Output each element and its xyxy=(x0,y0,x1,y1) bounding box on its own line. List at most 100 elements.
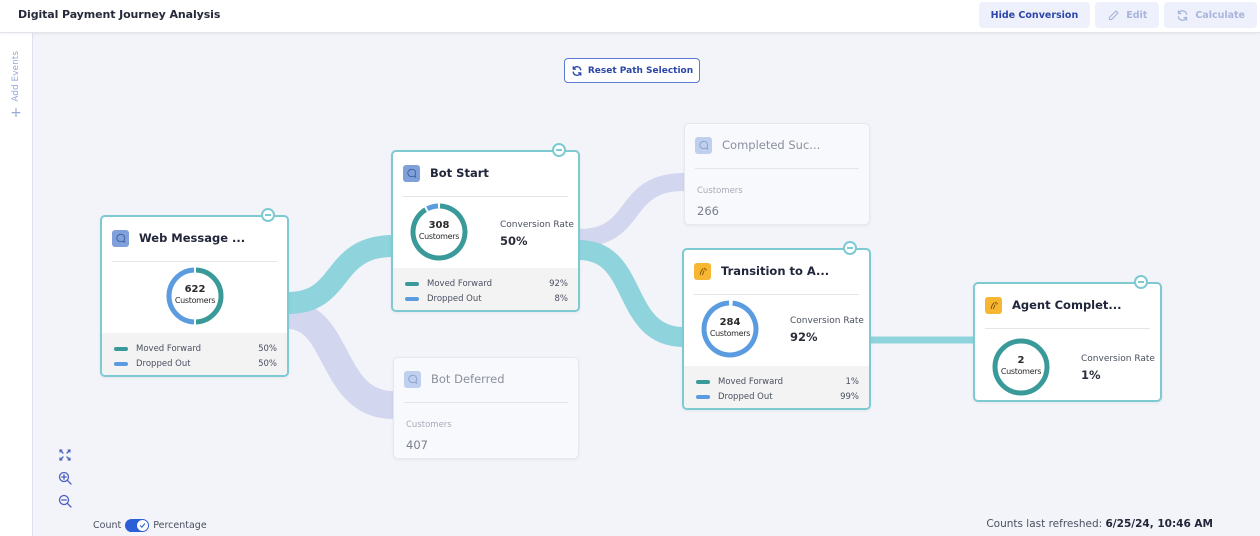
zoom-in-icon[interactable] xyxy=(58,471,72,485)
count-percentage-toggle-row: Count Percentage xyxy=(93,519,207,532)
legend-dropped-out: Dropped Out 8% xyxy=(405,291,568,306)
divider xyxy=(695,168,859,169)
legend-moved-forward: Moved Forward 92% xyxy=(405,276,568,291)
legend-moved-forward: Moved Forward 50% xyxy=(114,341,277,356)
legend-dropped-out: Dropped Out 99% xyxy=(696,389,859,404)
moved-forward-swatch xyxy=(405,281,419,286)
node-web-message[interactable]: Web Message ... 622 Customers Moved Forw… xyxy=(100,208,289,377)
count-percentage-toggle[interactable] xyxy=(125,519,150,532)
node-header: Completed Suc... xyxy=(695,135,859,155)
legend-value: 1% xyxy=(845,376,860,387)
calculate-label: Calculate xyxy=(1195,9,1245,21)
customer-count-label: Customers xyxy=(418,232,460,241)
agent-hand-icon xyxy=(694,262,711,280)
customers-donut: 284 Customers xyxy=(700,299,760,359)
legend-value: 50% xyxy=(258,358,277,369)
legend-label: Dropped Out xyxy=(136,358,191,369)
hide-conversion-label: Hide Conversion xyxy=(990,9,1079,21)
legend-label: Moved Forward xyxy=(136,343,202,354)
node-completed-successfully[interactable]: Completed Suc... Customers 266 xyxy=(684,123,870,225)
divider xyxy=(694,294,859,295)
calculate-button[interactable]: Calculate xyxy=(1164,2,1257,28)
node-header: Web Message ... xyxy=(112,228,277,248)
customer-count: 266 xyxy=(697,204,719,218)
divider xyxy=(112,261,277,262)
legend-value: 50% xyxy=(258,343,277,354)
node-agent-completed[interactable]: Agent Complet... 2 Customers Conversion … xyxy=(973,275,1162,402)
conversion-rate-value: 50% xyxy=(500,234,528,248)
chat-bubble-icon xyxy=(695,136,712,154)
customers-label: Customers xyxy=(697,186,743,196)
node-bot-deferred[interactable]: Bot Deferred Customers 407 xyxy=(393,357,579,459)
node-legend: Moved Forward 50% Dropped Out 50% xyxy=(102,333,287,375)
customer-count: 284 xyxy=(719,317,741,328)
top-actions: Hide Conversion Edit Calculate xyxy=(978,2,1257,28)
node-title: Bot Deferred xyxy=(431,372,505,386)
dropped-out-swatch xyxy=(114,361,128,366)
node-header: Bot Deferred xyxy=(404,369,568,389)
top-bar: Digital Payment Journey Analysis Hide Co… xyxy=(0,0,1260,33)
collapse-button[interactable] xyxy=(843,241,857,255)
collapse-button[interactable] xyxy=(1134,275,1148,289)
customers-donut: 308 Customers xyxy=(409,202,469,262)
divider xyxy=(985,328,1150,329)
node-title: Transition to A... xyxy=(721,264,830,278)
toggle-count-label: Count xyxy=(93,520,122,531)
node-header: Transition to A... xyxy=(694,261,859,281)
divider xyxy=(404,402,568,403)
fit-to-screen-icon[interactable] xyxy=(58,448,72,462)
customer-count-label: Customers xyxy=(709,329,751,338)
customer-count-label: Customers xyxy=(1000,367,1042,376)
legend-value: 92% xyxy=(549,278,568,289)
canvas-zoom-tools xyxy=(58,448,72,508)
node-title: Agent Complet... xyxy=(1012,298,1122,312)
node-title: Bot Start xyxy=(430,166,489,180)
conversion-rate: Conversion Rate 50% xyxy=(500,220,574,248)
check-icon xyxy=(140,523,146,529)
toggle-percentage-label: Percentage xyxy=(153,520,207,531)
legend-label: Dropped Out xyxy=(427,293,482,304)
node-transition-to-agent[interactable]: Transition to A... 284 Customers Convers… xyxy=(682,241,871,410)
refresh-icon xyxy=(572,65,582,76)
node-title: Completed Suc... xyxy=(722,138,821,152)
collapse-button[interactable] xyxy=(261,208,275,222)
counts-last-refreshed: Counts last refreshed: 6/25/24, 10:46 AM xyxy=(986,518,1213,530)
legend-value: 8% xyxy=(554,293,569,304)
customers-label: Customers xyxy=(406,420,452,430)
flow-bot-start-to-transition[interactable] xyxy=(578,240,685,347)
customer-count: 622 xyxy=(184,284,206,295)
dropped-out-swatch xyxy=(696,394,710,399)
zoom-out-icon[interactable] xyxy=(58,494,72,508)
refreshed-timestamp: 6/25/24, 10:46 AM xyxy=(1105,518,1214,530)
node-title: Web Message ... xyxy=(139,231,246,245)
conversion-rate: Conversion Rate 92% xyxy=(790,316,864,344)
legend-dropped-out: Dropped Out 50% xyxy=(114,356,277,371)
customer-count: 407 xyxy=(406,438,428,452)
reset-path-selection-button[interactable]: Reset Path Selection xyxy=(564,58,700,83)
conversion-rate-label: Conversion Rate xyxy=(790,316,864,326)
pencil-icon xyxy=(1109,9,1119,20)
edit-button[interactable]: Edit xyxy=(1095,2,1160,28)
reset-path-label: Reset Path Selection xyxy=(587,65,694,76)
dropped-out-swatch xyxy=(405,296,419,301)
conversion-rate: Conversion Rate 1% xyxy=(1081,354,1155,382)
flow-web-to-bot-deferred[interactable] xyxy=(286,301,395,419)
customer-count: 308 xyxy=(428,220,450,231)
node-header: Agent Complet... xyxy=(985,295,1150,315)
node-legend: Moved Forward 1% Dropped Out 99% xyxy=(684,366,869,408)
agent-hand-icon xyxy=(985,296,1002,314)
dropped-out-arc xyxy=(426,203,439,212)
chat-bubble-icon xyxy=(404,370,421,388)
conversion-rate-value: 1% xyxy=(1081,368,1101,382)
node-bot-start[interactable]: Bot Start 308 Customers Conversion Rate … xyxy=(391,143,580,312)
moved-forward-swatch xyxy=(114,346,128,351)
refresh-icon xyxy=(1178,9,1188,21)
refreshed-label: Counts last refreshed: xyxy=(986,518,1103,530)
flow-bot-start-to-completed[interactable] xyxy=(578,173,685,247)
legend-label: Dropped Out xyxy=(718,391,773,402)
chat-bubble-icon xyxy=(112,229,129,247)
hide-conversion-button[interactable]: Hide Conversion xyxy=(978,2,1091,28)
flow-web-to-bot-start[interactable] xyxy=(287,235,394,314)
collapse-button[interactable] xyxy=(552,143,566,157)
conversion-rate-value: 92% xyxy=(790,330,818,344)
